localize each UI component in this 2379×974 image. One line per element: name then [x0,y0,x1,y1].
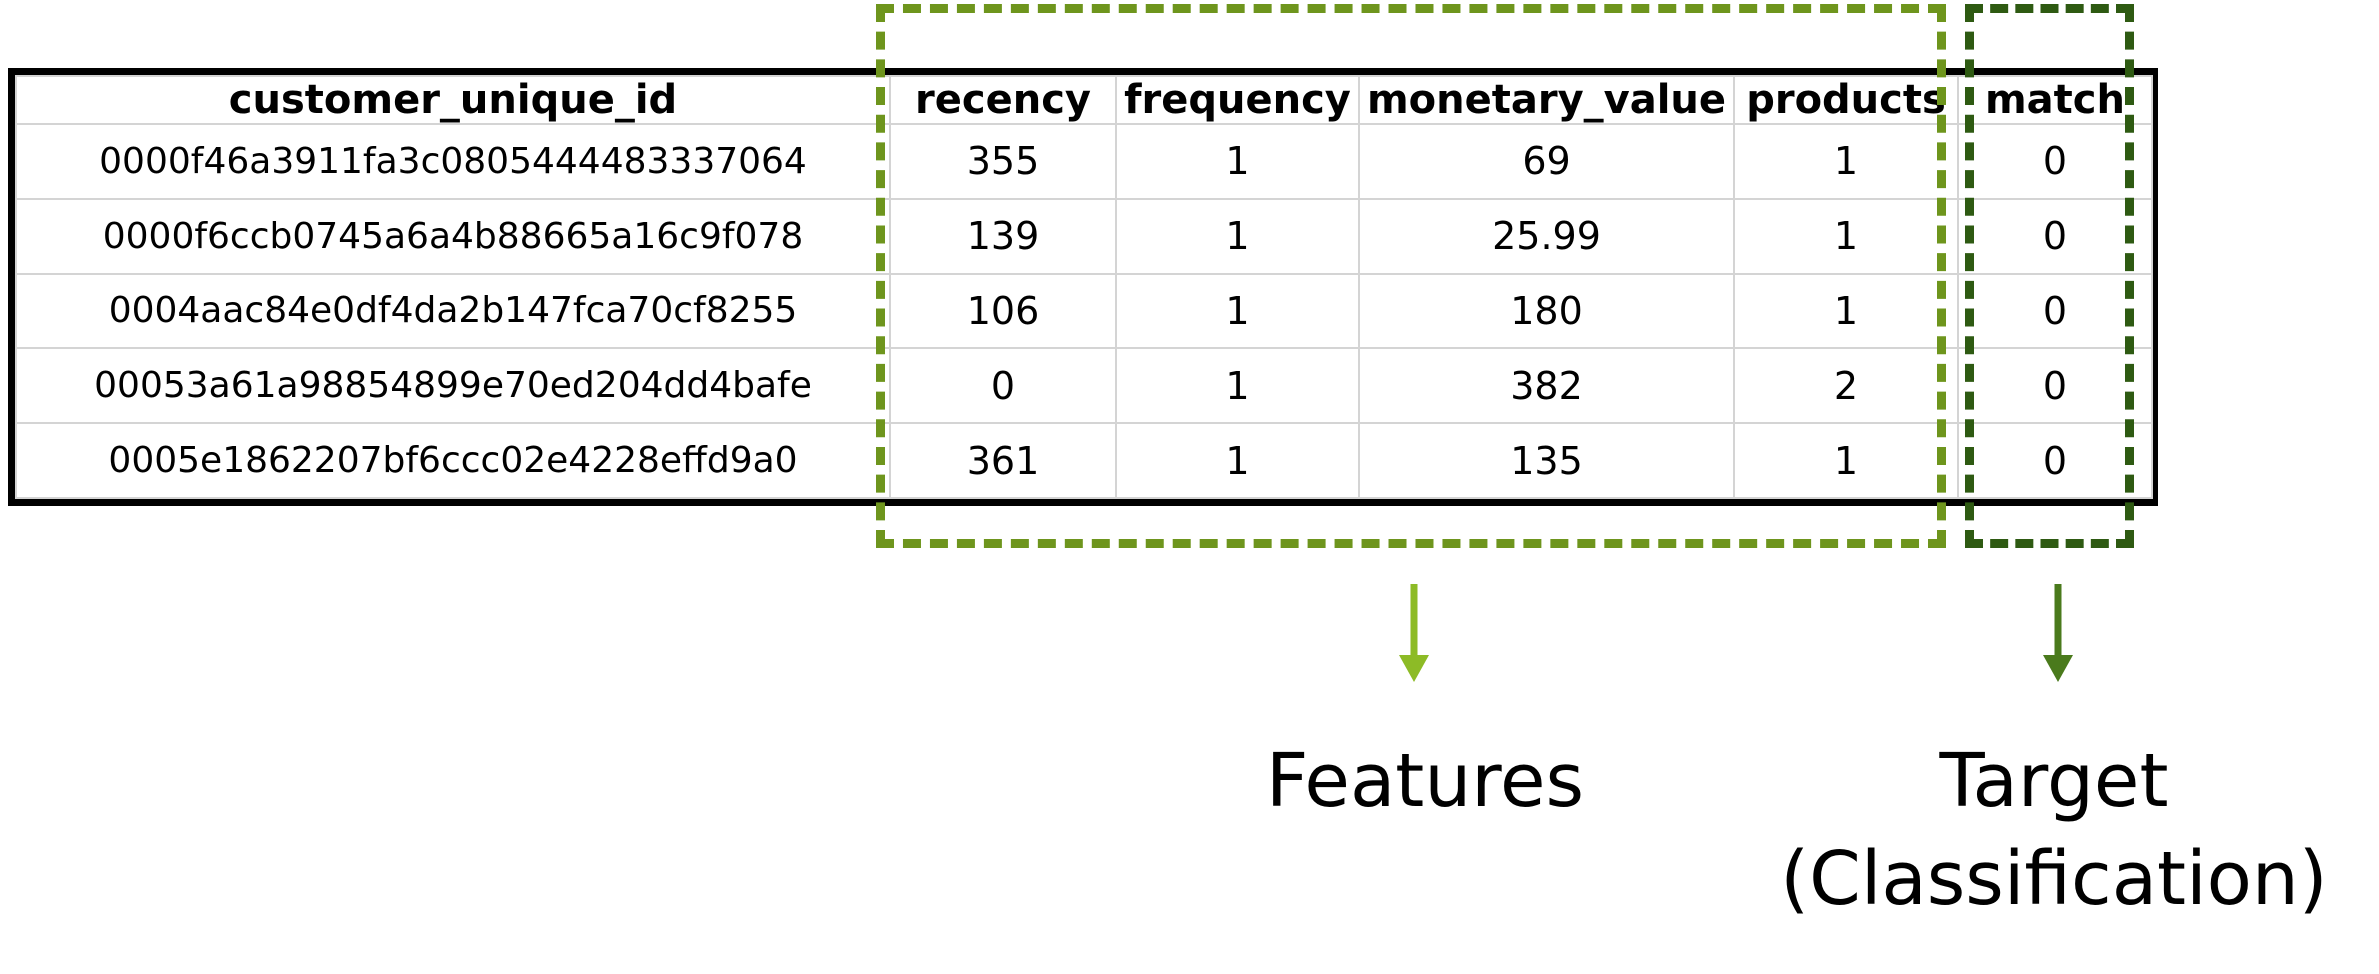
target-label: Target (Classification) [1748,732,2360,928]
features-label: Features [1265,738,1585,824]
target-arrow [2043,584,2073,682]
target-label-line1: Target [1939,738,2169,824]
features-arrow [1399,584,1429,682]
target-label-line2: (Classification) [1780,836,2328,922]
